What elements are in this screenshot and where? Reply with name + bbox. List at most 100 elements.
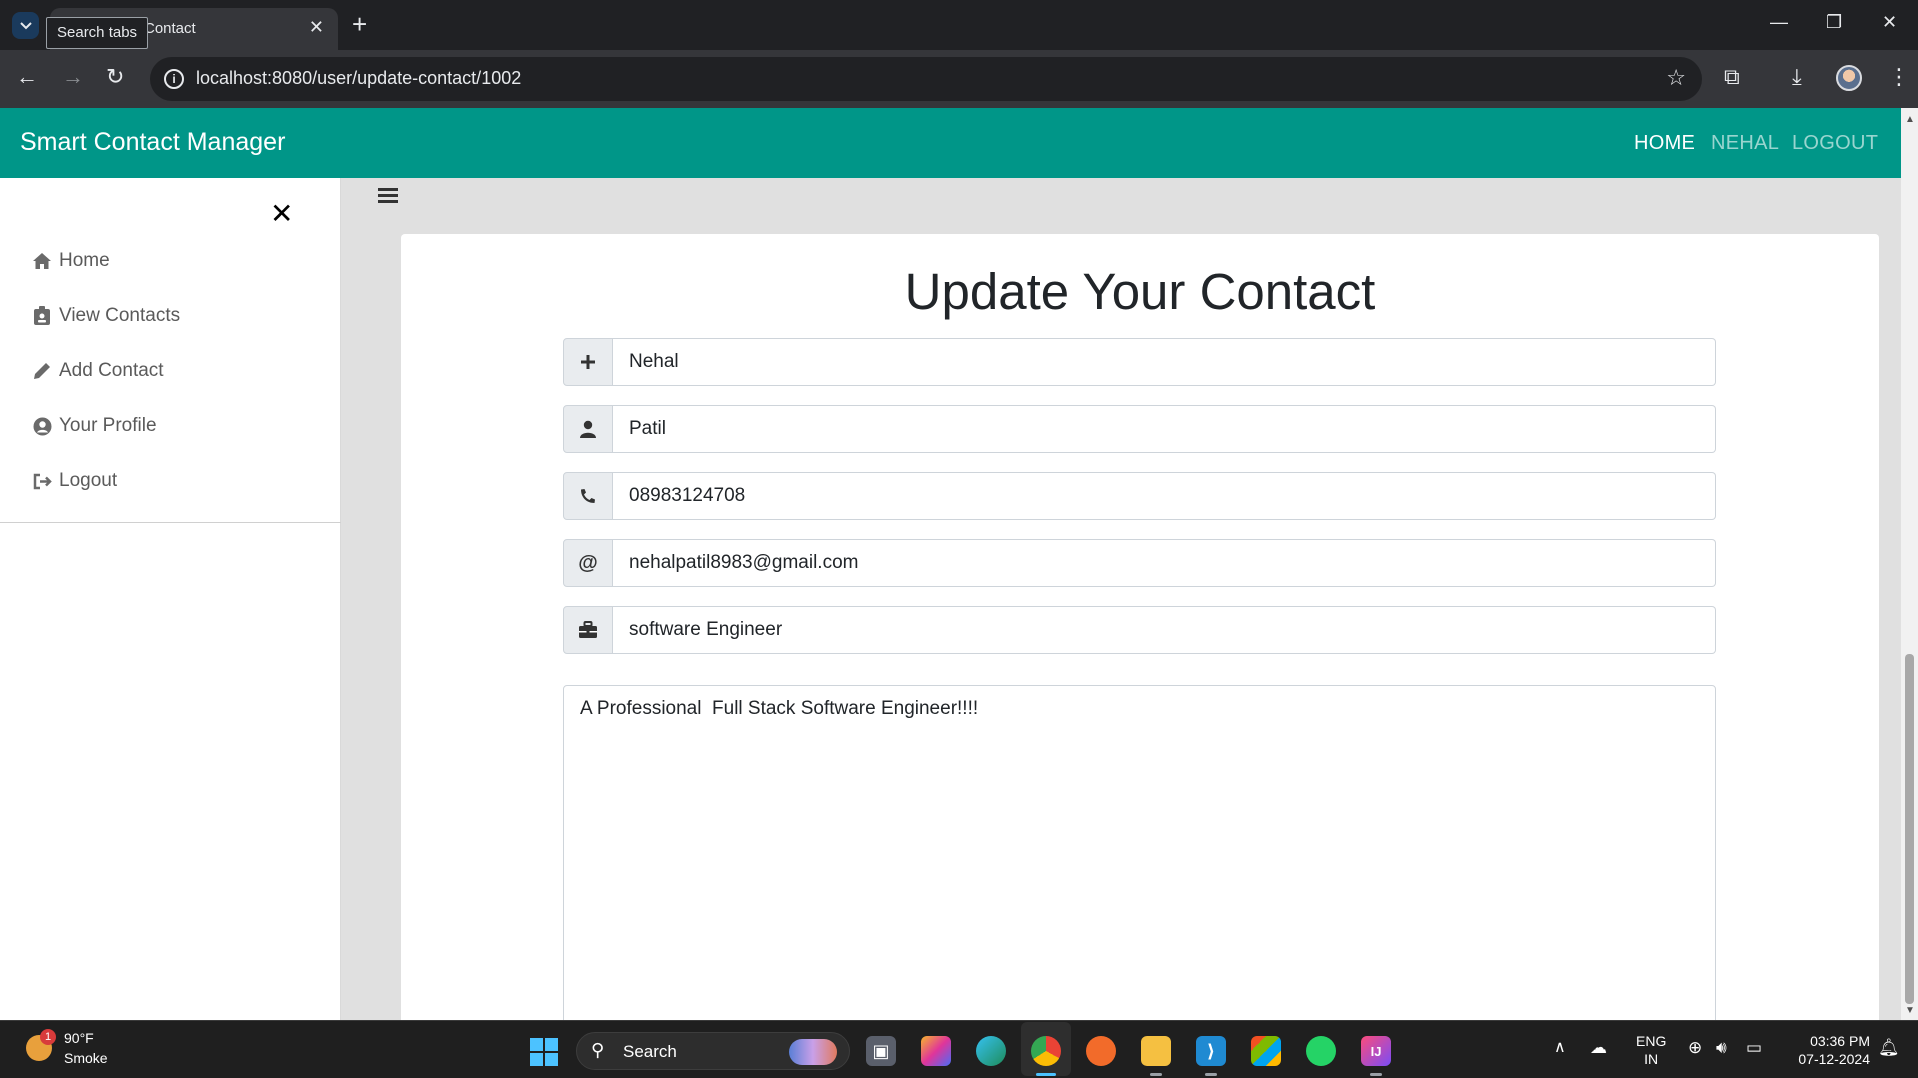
menu-kebab-icon[interactable]: ⋮ <box>1888 64 1910 90</box>
id-badge-icon <box>30 306 54 326</box>
copilot-icon[interactable] <box>921 1036 951 1066</box>
weather-temperature[interactable]: 90°F <box>64 1030 94 1046</box>
sidebar-item-add-contact[interactable]: Add Contact <box>30 360 164 382</box>
restore-icon[interactable]: ❐ <box>1826 12 1842 33</box>
vscode-icon[interactable]: ⟩ <box>1196 1036 1226 1066</box>
plus-icon <box>563 338 613 386</box>
work-field[interactable]: software Engineer <box>613 606 1716 654</box>
sidebar-item-view-contacts[interactable]: View Contacts <box>30 305 180 327</box>
chevron-down-icon <box>19 21 32 29</box>
weather-description[interactable]: Smoke <box>64 1050 108 1066</box>
taskbar-search-label: Search <box>623 1042 677 1061</box>
app-navbar: Smart Contact Manager HOME NEHAL LOGOUT <box>0 108 1901 178</box>
second-name-field[interactable]: Patil <box>613 405 1716 453</box>
phone-icon <box>563 472 613 520</box>
language-code: ENG <box>1636 1033 1667 1049</box>
search-highlight-icon <box>789 1039 837 1065</box>
notification-bell-icon[interactable]: 🔔︎ <box>1878 1038 1900 1058</box>
phone-field[interactable]: 08983124708 <box>613 472 1716 520</box>
description-textarea[interactable]: A Professional Full Stack Software Engin… <box>563 685 1716 1020</box>
user-circle-icon <box>30 417 54 436</box>
scroll-up-arrow-icon[interactable]: ▲ <box>1905 114 1915 125</box>
browser-toolbar: ← → ↻ i localhost:8080/user/update-conta… <box>0 50 1918 108</box>
tab-title: Contact <box>144 20 196 37</box>
tray-overflow-chevron-icon[interactable]: ∧ <box>1554 1037 1566 1057</box>
windows-taskbar: 1 90°F Smoke ⚲ Search ▣ ⟩ IJ ∧ ☁ ENG IN … <box>0 1020 1918 1078</box>
bookmark-star-icon[interactable]: ☆ <box>1666 65 1686 91</box>
language-indicator[interactable]: ENG IN <box>1636 1032 1666 1068</box>
edge-icon[interactable] <box>976 1036 1006 1066</box>
region-code: IN <box>1644 1051 1659 1067</box>
address-bar[interactable]: i localhost:8080/user/update-contact/100… <box>150 57 1702 101</box>
hamburger-menu-icon[interactable] <box>378 188 398 204</box>
reload-icon[interactable]: ↻ <box>106 64 124 90</box>
cloud-offline-icon[interactable]: ☁ <box>1590 1038 1607 1058</box>
tab-search-button[interactable] <box>12 12 39 39</box>
back-icon[interactable]: ← <box>16 64 38 90</box>
search-tabs-tooltip: Search tabs <box>46 17 149 49</box>
scroll-thumb[interactable] <box>1905 654 1914 1004</box>
nav-user-link[interactable]: NEHAL <box>1711 132 1779 155</box>
sidebar-item-home[interactable]: Home <box>30 250 110 272</box>
volume-icon[interactable]: 🔊︎ <box>1716 1038 1727 1058</box>
email-field[interactable]: nehalpatil8983@gmail.com <box>613 539 1716 587</box>
sidebar-item-label: Home <box>59 250 110 271</box>
user-icon <box>563 405 613 453</box>
pencil-icon <box>30 362 54 380</box>
nav-logout-link[interactable]: LOGOUT <box>1792 132 1878 155</box>
postman-icon[interactable] <box>1086 1036 1116 1066</box>
close-window-icon[interactable]: ✕ <box>1882 12 1897 33</box>
network-globe-icon[interactable]: ⊕ <box>1688 1038 1702 1058</box>
vscode-running-indicator <box>1205 1073 1217 1076</box>
download-icon[interactable]: ⤓ <box>1792 64 1802 90</box>
file-explorer-icon[interactable] <box>1141 1036 1171 1066</box>
profile-avatar[interactable] <box>1836 65 1862 91</box>
taskbar-search[interactable]: ⚲ Search <box>576 1032 850 1070</box>
at-icon: @ <box>563 539 613 587</box>
task-view-icon[interactable]: ▣ <box>866 1036 896 1066</box>
store-icon[interactable] <box>1251 1036 1281 1066</box>
sign-out-icon <box>30 473 54 490</box>
clock-date: 07-12-2024 <box>1798 1051 1870 1067</box>
browser-tab-bar: Contact ✕ Search tabs + — ❐ ✕ <box>0 0 1918 50</box>
explorer-running-indicator <box>1150 1073 1162 1076</box>
extensions-icon[interactable]: ⧉ <box>1724 64 1740 90</box>
app-brand[interactable]: Smart Contact Manager <box>20 128 285 157</box>
tab-close-icon[interactable]: ✕ <box>309 17 324 38</box>
sidebar: ✕ Home View Contacts Add Contact Your Pr… <box>0 178 341 1020</box>
briefcase-icon <box>563 606 613 654</box>
nav-home-link[interactable]: HOME <box>1634 132 1695 155</box>
system-clock[interactable]: 03:36 PM 07-12-2024 <box>1786 1032 1870 1068</box>
sidebar-item-your-profile[interactable]: Your Profile <box>30 415 157 437</box>
scroll-down-arrow-icon[interactable]: ▼ <box>1905 1005 1915 1016</box>
site-info-icon[interactable]: i <box>164 69 184 89</box>
chrome-icon[interactable] <box>1031 1036 1061 1066</box>
web-page: Smart Contact Manager HOME NEHAL LOGOUT … <box>0 108 1901 1020</box>
sidebar-item-label: View Contacts <box>59 305 181 326</box>
work-input-group: software Engineer <box>563 606 1716 654</box>
intellij-icon[interactable]: IJ <box>1361 1036 1391 1066</box>
page-title: Update Your Contact <box>904 263 1376 320</box>
sidebar-close-icon[interactable]: ✕ <box>270 200 293 228</box>
page-scrollbar[interactable]: ▲ ▼ <box>1901 108 1918 1020</box>
sidebar-item-label: Your Profile <box>59 415 157 436</box>
url-text[interactable]: localhost:8080/user/update-contact/1002 <box>196 68 521 89</box>
battery-icon[interactable]: ▭ <box>1746 1038 1762 1058</box>
search-icon: ⚲ <box>591 1040 605 1060</box>
phone-input-group: 08983124708 <box>563 472 1716 520</box>
home-icon <box>30 252 54 270</box>
second-name-input-group: Patil <box>563 405 1716 453</box>
sidebar-item-label: Add Contact <box>59 360 164 381</box>
windows-start-icon[interactable] <box>530 1038 558 1066</box>
chrome-active-indicator <box>1036 1073 1056 1076</box>
whatsapp-icon[interactable] <box>1306 1036 1336 1066</box>
sidebar-item-logout[interactable]: Logout <box>30 470 117 492</box>
intellij-running-indicator <box>1370 1073 1382 1076</box>
new-tab-icon[interactable]: + <box>352 9 367 40</box>
sidebar-item-label: Logout <box>59 470 118 491</box>
name-input-group: Nehal <box>563 338 1716 386</box>
forward-icon[interactable]: → <box>62 64 84 90</box>
clock-time: 03:36 PM <box>1810 1033 1870 1049</box>
minimize-icon[interactable]: — <box>1770 12 1788 33</box>
name-field[interactable]: Nehal <box>613 338 1716 386</box>
